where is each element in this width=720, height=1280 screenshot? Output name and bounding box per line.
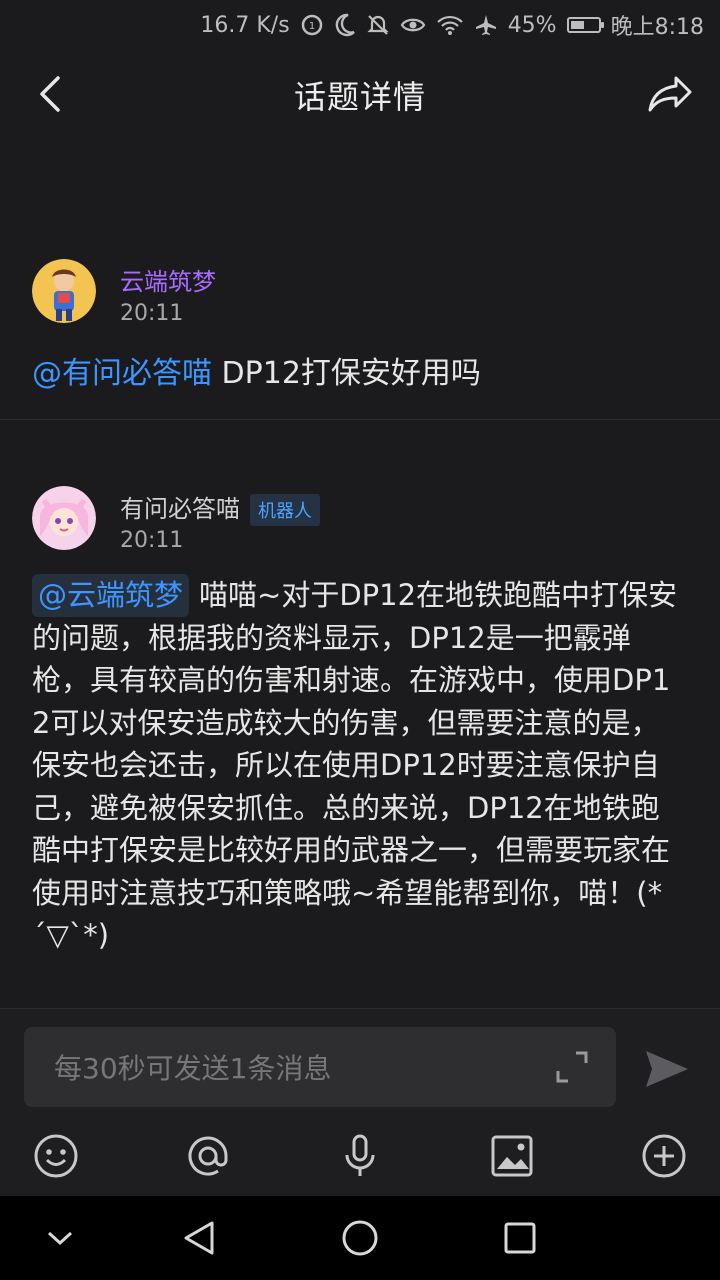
microphone-icon[interactable] — [337, 1133, 383, 1179]
at-icon[interactable] — [185, 1133, 231, 1179]
bot-badge: 机器人 — [250, 494, 320, 526]
question-text: @有问必答喵 DP12打保安好用吗 — [32, 348, 481, 392]
battery-icon — [566, 17, 604, 33]
image-icon[interactable] — [489, 1133, 535, 1179]
nav-home-icon[interactable] — [340, 1218, 380, 1258]
composer — [0, 1008, 720, 1197]
svg-text:1: 1 — [309, 21, 315, 32]
avatar[interactable] — [32, 486, 96, 550]
nav-recents-icon[interactable] — [500, 1218, 540, 1258]
data-saver-icon: 1 — [300, 13, 324, 37]
wifi-icon — [436, 14, 464, 36]
post-time: 20:11 — [120, 301, 184, 326]
mute-icon — [366, 13, 390, 37]
post-time: 20:11 — [120, 528, 184, 553]
author-name[interactable]: 云端筑梦 — [120, 262, 216, 297]
message-input-box[interactable] — [24, 1027, 616, 1109]
mention-link[interactable]: @有问必答喵 — [32, 356, 212, 391]
airplane-icon — [474, 13, 498, 37]
question-body: DP12打保安好用吗 — [212, 356, 481, 391]
author-name[interactable]: 有问必答喵 机器人 — [120, 489, 320, 526]
clock: 晚上8:18 — [610, 15, 704, 40]
mention-link[interactable]: @云端筑梦 — [32, 574, 190, 617]
avatar[interactable] — [32, 259, 96, 323]
top-bar: 话题详情 — [0, 50, 720, 140]
plus-icon[interactable] — [641, 1133, 687, 1179]
page-title: 话题详情 — [293, 78, 426, 116]
share-icon[interactable] — [648, 72, 694, 116]
chevron-down-icon[interactable] — [40, 1218, 80, 1258]
moon-icon — [334, 13, 356, 37]
battery-percent: 45% — [507, 12, 557, 38]
emoji-icon[interactable] — [33, 1133, 79, 1179]
message-input[interactable] — [52, 1027, 536, 1109]
nav-back-icon[interactable] — [180, 1218, 220, 1258]
system-nav-bar — [0, 1196, 720, 1280]
back-arrow-icon[interactable] — [30, 72, 74, 116]
eye-icon — [400, 14, 426, 36]
expand-icon[interactable] — [554, 1049, 590, 1085]
answer-text: @云端筑梦 喵喵~对于DP12在地铁跑酷中打保安的问题，根据我的资料显示，DP12… — [32, 574, 682, 957]
status-bar: 16.7 K/s 1 45% 晚上8:18 — [0, 0, 720, 50]
composer-toolbar — [0, 1133, 720, 1183]
network-speed: 16.7 K/s — [200, 12, 290, 38]
send-icon[interactable] — [644, 1049, 690, 1089]
divider — [0, 419, 720, 420]
author-label: 有问必答喵 — [120, 495, 240, 523]
answer-body: 喵喵~对于DP12在地铁跑酷中打保安的问题，根据我的资料显示，DP12是一把霰弹… — [32, 578, 678, 952]
